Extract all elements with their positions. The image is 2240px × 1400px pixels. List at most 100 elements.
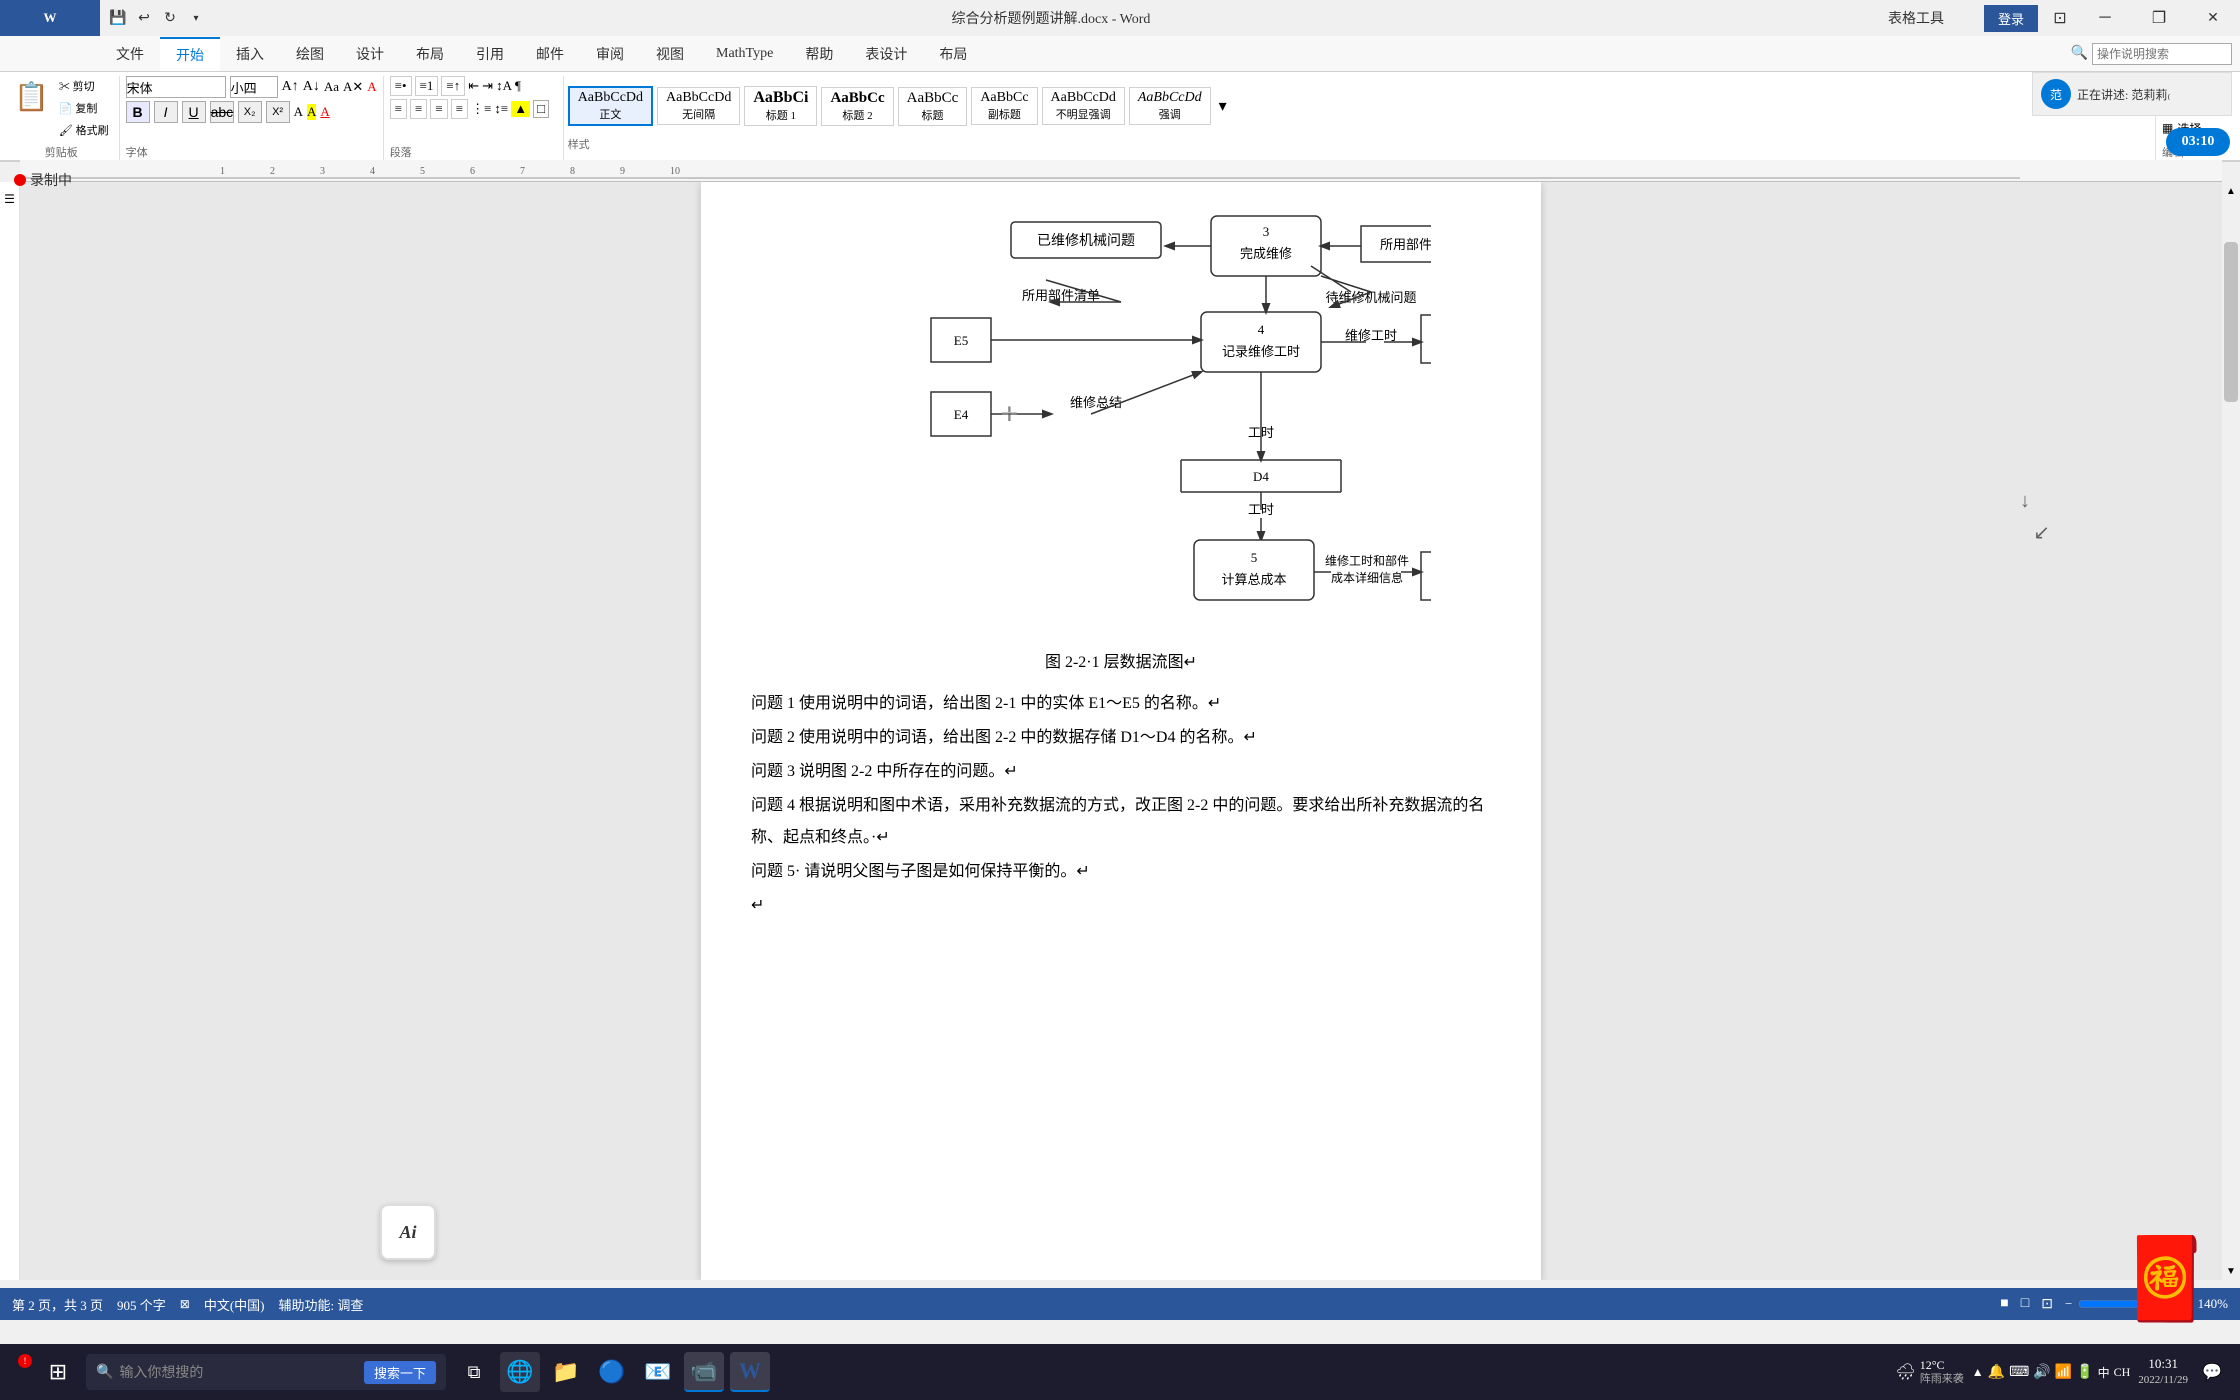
- strikethrough-btn[interactable]: abc: [210, 101, 234, 123]
- shading-btn[interactable]: ▲: [511, 101, 530, 117]
- style-no-spacing[interactable]: AaBbCcDd 无间隔: [657, 87, 740, 125]
- zoom-minus-btn[interactable]: −: [2065, 1296, 2072, 1312]
- redo-qa-btn[interactable]: ↻: [158, 6, 182, 30]
- font-shrink-btn[interactable]: A↓: [303, 79, 320, 95]
- font-color-btn[interactable]: A: [320, 104, 329, 120]
- subscript-btn[interactable]: X₂: [238, 101, 262, 123]
- search-btn[interactable]: 搜索一下: [364, 1361, 436, 1384]
- maximize-btn[interactable]: ❐: [2132, 0, 2186, 36]
- border-btn[interactable]: □: [533, 100, 549, 118]
- italic-btn[interactable]: I: [154, 101, 178, 123]
- tray-icons[interactable]: ▲ 🔔 ⌨ 🔊 📶 🔋 中 CH: [1972, 1364, 2131, 1381]
- zoom-plus-btn[interactable]: +: [2184, 1296, 2191, 1312]
- tab-layout[interactable]: 布局: [400, 38, 460, 70]
- search-bar[interactable]: 🔍 输入你想搜的 搜索一下: [86, 1354, 446, 1390]
- login-btn[interactable]: 登录: [1984, 5, 2038, 32]
- copy-btn[interactable]: 📄 复制: [55, 98, 113, 118]
- font-clear-btn[interactable]: A✕: [343, 79, 363, 95]
- align-right-btn[interactable]: ≡: [430, 99, 447, 119]
- zoom-slider-container[interactable]: − + 140%: [2065, 1296, 2228, 1312]
- paste-btn[interactable]: 📋: [10, 76, 53, 118]
- taskbar-app-explorer[interactable]: 📁: [546, 1352, 586, 1392]
- style-title[interactable]: AaBbCc 标题: [898, 87, 968, 126]
- tab-design[interactable]: 设计: [340, 38, 400, 70]
- superscript-btn[interactable]: X²: [266, 101, 290, 123]
- vscroll-up-btn[interactable]: ▲: [2222, 182, 2240, 200]
- tab-table-layout[interactable]: 布局: [923, 38, 983, 70]
- vscroll-thumb[interactable]: [2224, 242, 2238, 402]
- taskbar-app-edge[interactable]: 🌐: [500, 1352, 540, 1392]
- question-4: 问题 4 根据说明和图中术语，采用补充数据流的方式，改正图 2-2 中的问题。要…: [751, 790, 1491, 854]
- vscroll-down-btn[interactable]: ▼: [2222, 1262, 2240, 1280]
- more-qa-btn[interactable]: ▾: [184, 6, 208, 30]
- clipboard-label: 剪贴板: [45, 144, 78, 160]
- ribbon-search-input[interactable]: [2092, 43, 2232, 65]
- tray-weather[interactable]: 🌧 12°C 阵雨来袭: [1895, 1358, 1963, 1386]
- show-marks-btn[interactable]: ¶: [515, 78, 521, 94]
- taskbar-app-ie[interactable]: 🔵: [592, 1352, 632, 1392]
- style-heading1[interactable]: AaBbCi 标题 1: [744, 86, 817, 126]
- view-web-btn[interactable]: ⊡: [2041, 1296, 2053, 1313]
- align-center-btn[interactable]: ≡: [410, 99, 427, 119]
- zoom-slider[interactable]: [2078, 1296, 2178, 1312]
- close-btn[interactable]: ✕: [2186, 0, 2240, 36]
- tab-review[interactable]: 审阅: [580, 38, 640, 70]
- font-case-btn[interactable]: Aa: [324, 79, 339, 95]
- tab-home[interactable]: 开始: [160, 37, 220, 71]
- vscrollbar[interactable]: ▲ ▼: [2222, 182, 2240, 1280]
- format-painter-btn[interactable]: 🖌 格式刷: [55, 120, 113, 140]
- font-grow-btn[interactable]: A↑: [282, 79, 299, 95]
- taskbar-app-word[interactable]: W: [730, 1352, 770, 1392]
- styles-more-btn[interactable]: ▾: [1215, 92, 1231, 120]
- bullets-btn[interactable]: ≡•: [390, 76, 412, 96]
- tab-help[interactable]: 帮助: [789, 38, 849, 70]
- cut-btn[interactable]: ✂ 剪切: [55, 76, 113, 96]
- font-size-input[interactable]: [230, 76, 278, 98]
- task-view-btn[interactable]: ⧉: [452, 1350, 496, 1394]
- view-toggle-btn[interactable]: ⊡: [2042, 0, 2078, 36]
- notification-dot[interactable]: !: [18, 1354, 32, 1368]
- view-normal-btn[interactable]: ■: [2000, 1296, 2008, 1312]
- font-color-A-btn[interactable]: A: [367, 79, 376, 95]
- start-btn[interactable]: ⊞: [36, 1350, 80, 1394]
- line-spacing-btn[interactable]: ↕≡: [494, 101, 508, 117]
- increase-indent-btn[interactable]: ⇥: [482, 78, 493, 94]
- notification-center-btn[interactable]: 💬: [2196, 1356, 2228, 1388]
- ribbon-tabs-bar: 文件 开始 插入 绘图 设计 布局 引用 邮件 审阅 视图 MathType 帮…: [0, 36, 2240, 72]
- bold-btn[interactable]: B: [126, 101, 150, 123]
- tab-table-design[interactable]: 表设计: [849, 38, 923, 70]
- taskbar-app-mail[interactable]: 📧: [638, 1352, 678, 1392]
- view-read-btn[interactable]: □: [2021, 1296, 2029, 1312]
- style-subtitle[interactable]: AaBbCc 副标题: [971, 87, 1037, 125]
- align-left-btn[interactable]: ≡: [390, 99, 407, 119]
- justify-btn[interactable]: ≡: [451, 99, 468, 119]
- taskbar-app-meeting[interactable]: 📹: [684, 1352, 724, 1392]
- tab-mailings[interactable]: 邮件: [520, 38, 580, 70]
- tray-clock[interactable]: 10:31 2022/11/29: [2138, 1356, 2188, 1387]
- tab-file[interactable]: 文件: [100, 38, 160, 70]
- tab-references[interactable]: 引用: [460, 38, 520, 70]
- numbering-btn[interactable]: ≡1: [415, 76, 439, 96]
- minimize-btn[interactable]: ─: [2078, 0, 2132, 36]
- tab-mathtype[interactable]: MathType: [700, 40, 789, 68]
- text-effect-btn[interactable]: A: [294, 104, 303, 120]
- undo-qa-btn[interactable]: ↩: [132, 6, 156, 30]
- style-emphasis[interactable]: AaBbCcDd 强调: [1129, 87, 1211, 125]
- nav-icon[interactable]: ☰: [4, 192, 15, 207]
- decrease-indent-btn[interactable]: ⇤: [468, 78, 479, 94]
- font-name-input[interactable]: [126, 76, 226, 98]
- multilevel-btn[interactable]: ≡↑: [441, 76, 465, 96]
- text-highlight-btn[interactable]: A: [307, 104, 316, 120]
- sort-btn[interactable]: ↕A: [496, 78, 512, 94]
- style-heading2[interactable]: AaBbCc 标题 2: [821, 87, 893, 126]
- ai-btn[interactable]: Ai: [380, 1204, 436, 1260]
- style-subtle-emph[interactable]: AaBbCcDd 不明显强调: [1042, 87, 1125, 125]
- underline-btn[interactable]: U: [182, 101, 206, 123]
- doc-page[interactable]: ✛ 已维修机械问题 3 完成维修 所用部件: [701, 182, 1541, 1280]
- tab-view[interactable]: 视图: [640, 38, 700, 70]
- tab-insert[interactable]: 插入: [220, 38, 280, 70]
- tab-draw[interactable]: 绘图: [280, 38, 340, 70]
- save-qa-btn[interactable]: 💾: [106, 6, 130, 30]
- columns-btn[interactable]: ⋮≡: [471, 101, 491, 117]
- style-normal[interactable]: AaBbCcDd 正文: [568, 86, 653, 126]
